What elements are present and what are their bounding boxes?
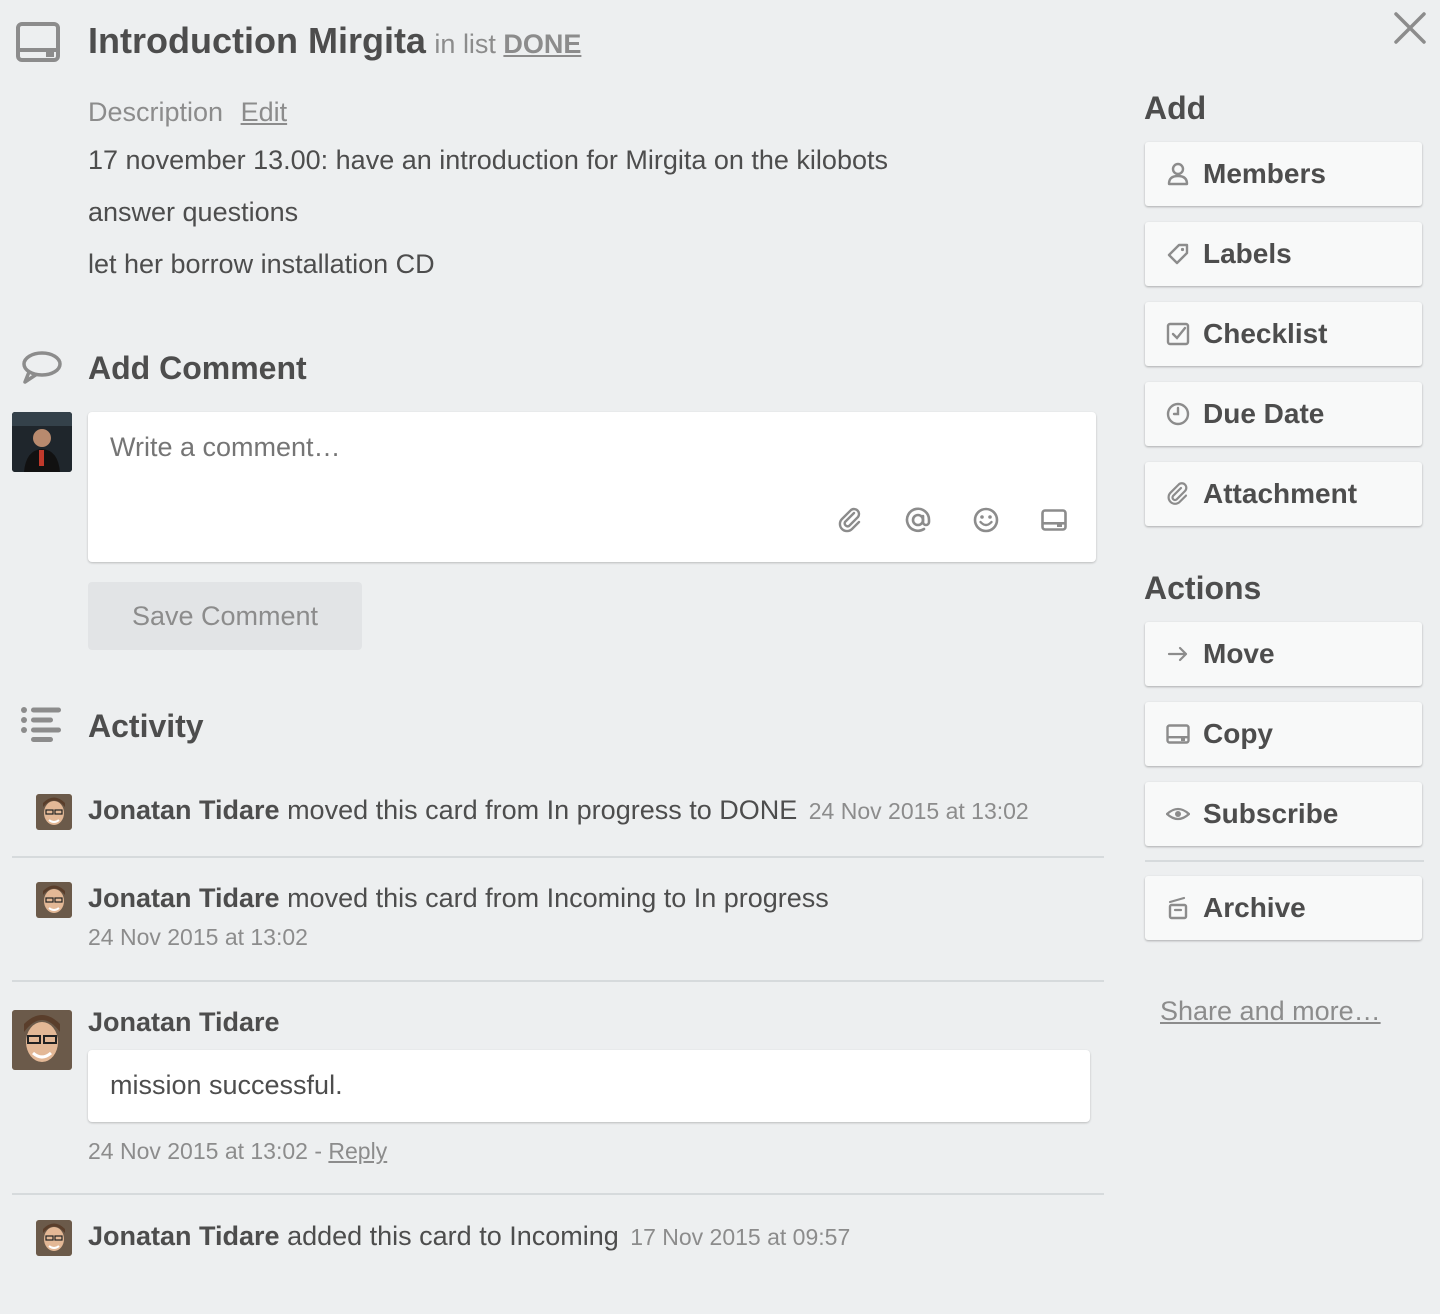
list-link[interactable]: DONE — [503, 29, 581, 59]
description-line: let her borrow installation CD — [88, 249, 435, 279]
tag-icon — [1165, 241, 1191, 267]
description-edit-link[interactable]: Edit — [241, 97, 288, 127]
activity-time[interactable]: 24 Nov 2015 at 13:02 — [88, 1138, 308, 1164]
activity-action: moved this card from Incoming to In prog… — [279, 883, 829, 913]
due-date-button[interactable]: Due Date — [1145, 382, 1422, 446]
members-button[interactable]: Members — [1145, 142, 1422, 206]
meta-separator: - — [307, 1138, 329, 1164]
archive-icon — [1165, 895, 1191, 921]
button-label: Due Date — [1203, 398, 1325, 429]
avatar[interactable] — [12, 1010, 72, 1070]
subscribe-button[interactable]: Subscribe — [1145, 782, 1422, 846]
activity-entry: Jonatan Tidare moved this card from Inco… — [88, 883, 829, 914]
emoji-icon[interactable] — [972, 506, 1000, 534]
activity-user[interactable]: Jonatan Tidare — [88, 1221, 280, 1251]
clock-icon — [1165, 401, 1191, 427]
button-label: Labels — [1203, 238, 1292, 269]
arrow-right-icon — [1165, 641, 1191, 667]
activity-user[interactable]: Jonatan Tidare — [88, 795, 280, 825]
description-label: Description — [88, 97, 224, 127]
activity-user[interactable]: Jonatan Tidare — [88, 883, 280, 913]
actions-section-title: Actions — [1144, 570, 1262, 606]
avatar[interactable] — [36, 794, 72, 830]
card-title-row: Introduction Mirgita in list DONE — [88, 20, 581, 62]
paperclip-icon[interactable] — [836, 506, 864, 534]
mention-icon[interactable] — [904, 506, 932, 534]
comment-bubble: mission successful. — [88, 1050, 1090, 1122]
eye-icon — [1165, 801, 1191, 827]
description-line: answer questions — [88, 197, 299, 227]
activity-divider — [12, 980, 1104, 982]
activity-time[interactable]: 17 Nov 2015 at 09:57 — [630, 1224, 850, 1250]
card-title[interactable]: Introduction Mirgita — [88, 20, 426, 61]
move-button[interactable]: Move — [1145, 622, 1422, 686]
paperclip-icon — [1165, 481, 1191, 507]
button-label: Subscribe — [1203, 798, 1339, 829]
button-label: Copy — [1203, 718, 1273, 749]
reply-link[interactable]: Reply — [328, 1138, 387, 1164]
activity-time[interactable]: 24 Nov 2015 at 13:02 — [88, 924, 308, 951]
description-line: 17 november 13.00: have an introduction … — [88, 145, 888, 175]
card-link-icon[interactable] — [1040, 506, 1068, 534]
in-list-label: in list — [434, 29, 496, 59]
sidebar-divider — [1145, 860, 1424, 862]
activity-user[interactable]: Jonatan Tidare — [88, 1007, 280, 1037]
avatar[interactable] — [36, 1220, 72, 1256]
activity-entry: Jonatan Tidare added this card to Incomi… — [88, 1221, 850, 1252]
share-and-more-link[interactable]: Share and more… — [1160, 996, 1381, 1027]
add-comment-title: Add Comment — [88, 350, 307, 386]
archive-button[interactable]: Archive — [1145, 876, 1422, 940]
avatar[interactable] — [12, 412, 72, 472]
button-label: Archive — [1203, 892, 1306, 923]
save-comment-button[interactable]: Save Comment — [88, 582, 362, 650]
comment-meta: 24 Nov 2015 at 13:02 - Reply — [88, 1138, 387, 1165]
labels-button[interactable]: Labels — [1145, 222, 1422, 286]
avatar[interactable] — [36, 882, 72, 918]
button-label: Attachment — [1203, 478, 1358, 509]
activity-time[interactable]: 24 Nov 2015 at 13:02 — [809, 798, 1029, 824]
button-label: Checklist — [1203, 318, 1328, 349]
button-label: Move — [1203, 638, 1275, 669]
activity-action: added this card to Incoming — [279, 1221, 619, 1251]
checkbox-icon — [1165, 321, 1191, 347]
speech-bubble-icon — [20, 350, 64, 386]
checklist-button[interactable]: Checklist — [1145, 302, 1422, 366]
activity-entry: Jonatan Tidare moved this card from In p… — [88, 795, 1029, 826]
card-icon — [16, 22, 60, 62]
attachment-button[interactable]: Attachment — [1145, 462, 1422, 526]
description-header: Description Edit — [88, 97, 287, 128]
card-icon — [1165, 721, 1191, 747]
activity-action: moved this card from In progress to DONE — [279, 795, 798, 825]
close-icon[interactable] — [1392, 10, 1428, 46]
button-label: Members — [1203, 158, 1326, 189]
comment-input[interactable] — [110, 432, 1010, 463]
copy-button[interactable]: Copy — [1145, 702, 1422, 766]
add-section-title: Add — [1144, 90, 1207, 126]
person-icon — [1165, 161, 1191, 187]
activity-list-icon — [20, 706, 64, 742]
activity-entry: Jonatan Tidare — [88, 1007, 280, 1038]
activity-title: Activity — [88, 708, 204, 744]
activity-divider — [12, 1193, 1104, 1195]
activity-divider — [12, 856, 1104, 858]
comment-box[interactable] — [88, 412, 1096, 562]
